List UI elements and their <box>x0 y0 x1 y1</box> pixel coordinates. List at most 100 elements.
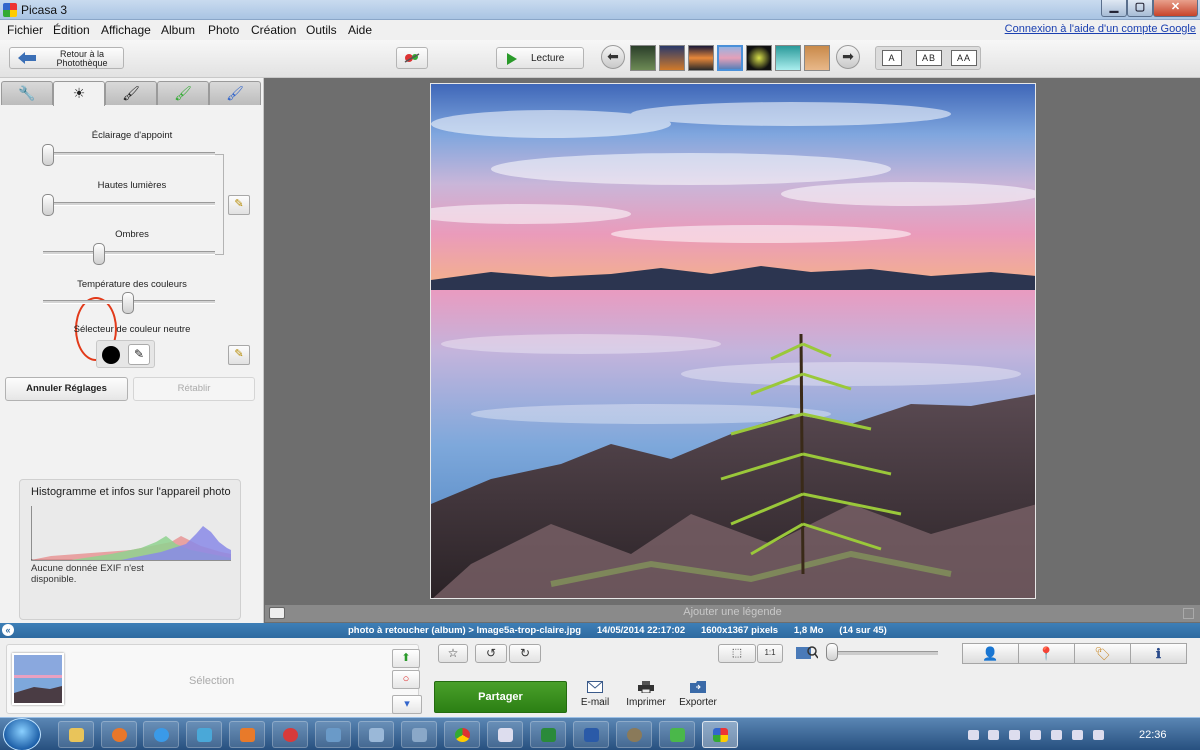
previous-photo-button[interactable]: ⬅ <box>601 45 625 69</box>
edited-photo[interactable] <box>430 83 1036 599</box>
volume-icon[interactable] <box>1030 730 1041 740</box>
redeye-effect-button[interactable] <box>396 47 428 69</box>
clear-selection-icon[interactable]: ○ <box>392 670 420 689</box>
rotate-left-icon[interactable]: ↺ <box>475 644 507 663</box>
effects-brush-2-icon: 🖌 <box>226 85 244 101</box>
caption-mode-a[interactable]: A <box>882 50 902 66</box>
caption-input[interactable]: Ajouter une légende <box>265 606 1200 618</box>
app-taskbar-icon[interactable] <box>186 721 222 748</box>
collapse-tray-button[interactable]: « <box>2 624 14 636</box>
word-taskbar-icon[interactable] <box>573 721 609 748</box>
network-icon[interactable] <box>1009 730 1020 740</box>
filmstrip-thumb[interactable] <box>630 45 656 71</box>
next-photo-button[interactable]: ➡ <box>836 45 860 69</box>
menu-fichier[interactable]: Fichier <box>7 23 43 37</box>
selected-thumb-image <box>14 655 62 703</box>
highlights-slider[interactable] <box>42 194 54 216</box>
undo-adjustments-button[interactable]: Annuler Réglages <box>5 377 128 401</box>
filmstrip-thumb[interactable] <box>746 45 772 71</box>
print-button[interactable]: Imprimer <box>621 681 671 708</box>
auto-color-wand-icon[interactable]: ✎ <box>228 345 250 365</box>
google-signin-link[interactable]: Connexion à l'aide d'un compte Google <box>1005 23 1196 35</box>
calc-taskbar-icon[interactable] <box>487 721 523 748</box>
menu-outils[interactable]: Outils <box>306 23 337 37</box>
caption-bar: Ajouter une légende <box>265 605 1200 622</box>
ie-taskbar-icon[interactable] <box>143 721 179 748</box>
title-bar: Picasa 3 ▁ ▢ ✕ <box>0 0 1200 20</box>
selected-photo-thumb[interactable] <box>12 653 64 705</box>
tab-effects-2[interactable]: 🖌 <box>157 81 209 105</box>
star-icon[interactable]: ☆ <box>438 644 468 663</box>
caption-mode-aa[interactable]: AA <box>951 50 977 66</box>
hold-selection-icon[interactable]: ⬆ <box>392 649 420 668</box>
slideshow-play-button[interactable]: Lecture <box>496 47 584 69</box>
chrome-taskbar-icon[interactable] <box>444 721 480 748</box>
shadows-slider[interactable] <box>93 243 106 265</box>
share-button[interactable]: Partager <box>434 681 567 713</box>
menu-aide[interactable]: Aide <box>348 23 372 37</box>
messenger-taskbar-icon[interactable] <box>659 721 695 748</box>
zoom-1to1-button[interactable]: 1:1 <box>757 644 783 663</box>
gimp-taskbar-icon[interactable] <box>616 721 652 748</box>
zoom-slider-track <box>826 651 938 655</box>
flag-icon[interactable] <box>988 730 999 740</box>
add-to-album-icon[interactable]: ▾ <box>392 695 422 714</box>
tab-effects[interactable]: 🖌 <box>105 81 157 105</box>
filmstrip-thumb[interactable] <box>688 45 714 71</box>
firefox-taskbar-icon[interactable] <box>101 721 137 748</box>
media-taskbar-icon[interactable] <box>229 721 265 748</box>
minimize-button[interactable]: ▁ <box>1101 0 1127 17</box>
zoom-photo-icon <box>796 646 818 659</box>
email-button[interactable]: E-mail <box>570 681 620 708</box>
exif-info-text: Aucune donnée EXIF n'est disponible. <box>31 563 144 585</box>
export-label: Exporter <box>679 697 717 708</box>
menu-creation[interactable]: Création <box>251 23 296 37</box>
picasa-taskbar-icon[interactable] <box>702 721 738 748</box>
eyedropper-icon[interactable]: ✎ <box>128 344 150 365</box>
zoom-fit-icon[interactable]: ⬚ <box>718 644 756 663</box>
dropbox-icon[interactable] <box>1072 730 1083 740</box>
tray-expand-icon[interactable] <box>968 730 979 740</box>
maximize-button[interactable]: ▢ <box>1127 0 1153 17</box>
tab-basic-fixes[interactable]: 🔧 <box>1 81 53 105</box>
menu-photo[interactable]: Photo <box>208 23 239 37</box>
caption-mode-ab[interactable]: AB <box>916 50 942 66</box>
menu-album[interactable]: Album <box>161 23 195 37</box>
back-to-library-button[interactable]: Retour à la Photothèque <box>9 47 124 69</box>
printer-icon <box>638 681 654 693</box>
device-icon[interactable] <box>1051 730 1062 740</box>
map-pin-icon[interactable]: 📍 <box>1018 643 1075 664</box>
menu-edition[interactable]: Édition <box>53 23 90 37</box>
info-icon[interactable]: ℹ <box>1130 643 1187 664</box>
tools-taskbar-icon[interactable] <box>401 721 437 748</box>
sync-icon[interactable] <box>1093 730 1104 740</box>
caption-toggle-icon[interactable] <box>1183 608 1194 619</box>
sun-icon: ☀ <box>72 85 86 101</box>
redo-button[interactable]: Rétablir <box>133 377 255 401</box>
tab-effects-3[interactable]: 🖌 <box>209 81 261 105</box>
rotate-right-icon[interactable]: ↻ <box>509 644 541 663</box>
print-label: Imprimer <box>626 697 666 708</box>
export-button[interactable]: Exporter <box>673 681 723 708</box>
notes-taskbar-icon[interactable] <box>358 721 394 748</box>
app2-taskbar-icon[interactable] <box>272 721 308 748</box>
filmstrip-thumb[interactable] <box>775 45 801 71</box>
explorer-taskbar-icon[interactable] <box>58 721 94 748</box>
filmstrip-thumb[interactable] <box>804 45 830 71</box>
tag-icon[interactable]: 🏷 <box>1074 643 1131 664</box>
filmstrip-thumb[interactable] <box>659 45 685 71</box>
color-temperature-slider[interactable] <box>122 292 134 314</box>
tab-tuning[interactable]: ☀ <box>53 81 105 106</box>
people-icon[interactable]: 👤 <box>962 643 1019 664</box>
zoom-slider[interactable] <box>826 643 838 661</box>
filmstrip-thumb-selected[interactable] <box>717 45 743 71</box>
menu-affichage[interactable]: Affichage <box>101 23 151 37</box>
app3-taskbar-icon[interactable] <box>315 721 351 748</box>
auto-contrast-wand-icon[interactable]: ✎ <box>228 195 250 215</box>
fill-light-slider[interactable] <box>42 144 54 166</box>
close-button[interactable]: ✕ <box>1153 0 1198 17</box>
start-button-icon[interactable] <box>3 718 41 750</box>
excel-taskbar-icon[interactable] <box>530 721 566 748</box>
photo-canvas <box>265 78 1200 605</box>
email-icon <box>587 681 603 693</box>
